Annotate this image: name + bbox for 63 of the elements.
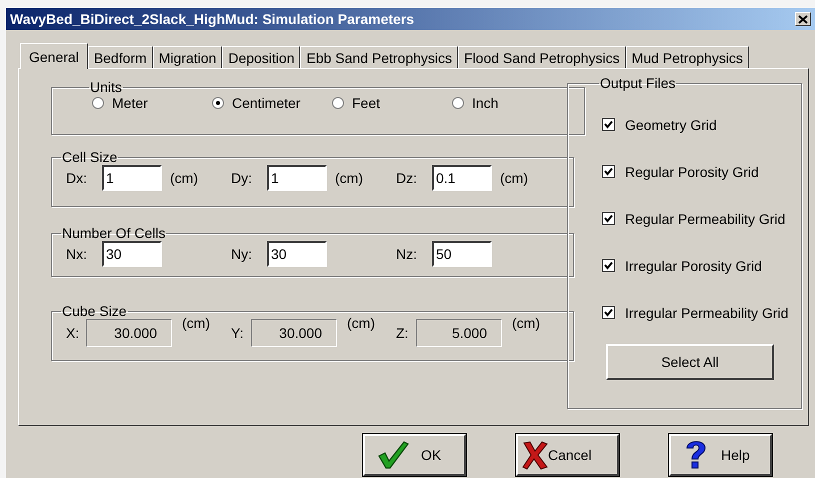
readonly-field: 5.000 — [416, 319, 502, 347]
input-field[interactable]: 30 — [267, 241, 327, 267]
unit-label: (cm) — [182, 315, 210, 331]
input-field[interactable]: 1 — [102, 165, 162, 191]
radio-label[interactable]: Inch — [472, 95, 498, 111]
group-title: Cube Size — [61, 303, 128, 319]
readonly-field: 30.000 — [251, 319, 337, 347]
radio-button[interactable] — [212, 97, 224, 109]
question-mark-icon — [685, 439, 707, 471]
group-title: Number Of Cells — [61, 225, 166, 241]
checkbox[interactable] — [602, 212, 615, 225]
tab[interactable]: Migration — [152, 46, 222, 68]
cancel-button[interactable]: Cancel — [516, 434, 619, 476]
tab[interactable]: Mud Petrophysics — [626, 46, 749, 68]
radio-button[interactable] — [452, 97, 464, 109]
field-label: Dx: — [66, 170, 88, 186]
checkbox[interactable] — [602, 165, 615, 178]
tab[interactable]: General — [20, 43, 88, 69]
checkbox-label[interactable]: Irregular Permeability Grid — [625, 304, 788, 320]
help-button[interactable]: Help — [669, 434, 772, 476]
tab[interactable]: Deposition — [222, 46, 300, 68]
unit-label: (cm) — [170, 170, 198, 186]
checkbox-label[interactable]: Regular Porosity Grid — [625, 164, 759, 180]
checkbox-label[interactable]: Geometry Grid — [625, 116, 717, 132]
input-field[interactable]: 30 — [102, 241, 162, 267]
unit-label: (cm) — [500, 170, 528, 186]
radio-label[interactable]: Centimeter — [232, 95, 300, 111]
field-label: X: — [66, 325, 80, 341]
close-button[interactable] — [795, 12, 811, 26]
checkbox-label[interactable]: Irregular Porosity Grid — [625, 258, 762, 274]
tab[interactable]: Flood Sand Petrophysics — [458, 46, 626, 68]
checkbox[interactable] — [602, 118, 615, 131]
checkbox[interactable] — [602, 306, 615, 319]
input-field[interactable]: 1 — [267, 165, 327, 191]
checkbox[interactable] — [602, 259, 615, 272]
field-label: Dz: — [396, 170, 418, 186]
readonly-field: 30.000 — [86, 319, 172, 347]
radio-label[interactable]: Feet — [352, 95, 380, 111]
radio-label[interactable]: Meter — [112, 95, 148, 111]
group-title: Units — [89, 79, 123, 95]
ok-button[interactable]: OK — [363, 434, 466, 476]
field-label: Z: — [396, 325, 410, 341]
field-label: Nz: — [396, 246, 418, 262]
field-label: Y: — [231, 325, 244, 341]
radio-button[interactable] — [92, 97, 104, 109]
cross-icon — [522, 440, 548, 470]
input-field[interactable]: 50 — [432, 241, 492, 267]
field-label: Nx: — [66, 246, 88, 262]
group-title: Output Files — [599, 75, 676, 91]
select-all-button[interactable]: Select All — [606, 344, 774, 380]
field-label: Ny: — [231, 246, 253, 262]
checkbox-label[interactable]: Regular Permeability Grid — [625, 210, 786, 226]
check-mark-icon — [377, 440, 409, 470]
radio-button[interactable] — [332, 97, 344, 109]
input-field[interactable]: 0.1 — [432, 165, 492, 191]
window-title: WavyBed_BiDirect_2Slack_HighMud: Simulation Parameters — [10, 11, 414, 27]
tab[interactable]: Ebb Sand Petrophysics — [300, 46, 458, 68]
tab[interactable]: Bedform — [88, 46, 153, 68]
unit-label: (cm) — [335, 170, 363, 186]
unit-label: (cm) — [512, 315, 540, 331]
unit-label: (cm) — [347, 315, 375, 331]
field-label: Dy: — [231, 170, 253, 186]
group-title: Cell Size — [61, 149, 118, 165]
